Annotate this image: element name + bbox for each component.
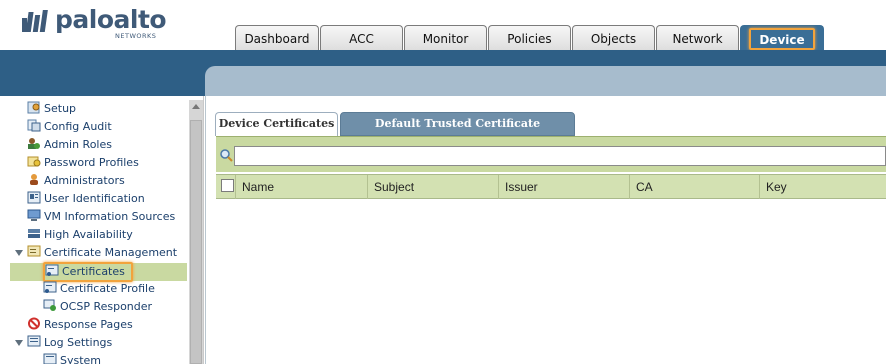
scrollbar-thumb[interactable] <box>190 120 202 364</box>
password-profiles-icon <box>27 156 41 167</box>
sidebar-item-ocsp-responder[interactable]: OCSP Responder <box>43 298 152 316</box>
search-icon <box>220 149 233 162</box>
tab-objects[interactable]: Objects <box>572 25 655 50</box>
sidebar-item-label: OCSP Responder <box>60 300 153 313</box>
column-header-issuer[interactable]: Issuer <box>498 175 629 199</box>
tab-policies[interactable]: Policies <box>488 25 571 50</box>
sidebar-item-label: Certificate Profile <box>60 282 155 295</box>
sidebar-item-log-settings[interactable]: Log Settings <box>27 334 112 352</box>
column-header-ca[interactable]: CA <box>629 175 759 199</box>
tab-label: Network <box>672 32 723 46</box>
sidebar-item-administrators[interactable]: Administrators <box>27 172 125 190</box>
tab-label: Monitor <box>422 32 469 46</box>
ocsp-responder-icon <box>43 299 56 311</box>
tab-network[interactable]: Network <box>656 25 739 50</box>
paloalto-logo-mark-icon <box>22 10 48 32</box>
table-header: Name Subject Issuer CA Key <box>216 174 886 199</box>
header: paloalto NETWORKS Dashboard ACC Monitor … <box>0 0 886 52</box>
sidebar-item-certificate-profile[interactable]: Certificate Profile <box>43 280 155 298</box>
column-header-subject[interactable]: Subject <box>367 175 498 199</box>
sidebar-item-label: Admin Roles <box>44 138 112 151</box>
scroll-up-arrow-icon[interactable] <box>192 104 200 109</box>
column-header-key[interactable]: Key <box>759 175 886 199</box>
sidebar-item-label: VM Information Sources <box>44 210 176 223</box>
expand-toggle-icon[interactable] <box>15 340 23 346</box>
sidebar-item-vm-information-sources[interactable]: VM Information Sources <box>27 208 175 226</box>
administrators-icon <box>30 174 38 185</box>
sidebar-scrollbar[interactable] <box>189 100 203 364</box>
sidebar-item-password-profiles[interactable]: Password Profiles <box>27 154 139 172</box>
tab-dashboard[interactable]: Dashboard <box>235 25 319 50</box>
search-input[interactable] <box>234 146 886 166</box>
vm-sources-icon <box>27 209 41 221</box>
sidebar-item-label: Setup <box>44 102 77 115</box>
setup-icon <box>27 101 40 114</box>
tab-label: Device <box>749 28 815 50</box>
sidebar-item-label: Administrators <box>44 174 125 187</box>
sidebar-item-certificates[interactable]: Certificates <box>43 262 133 282</box>
response-pages-icon <box>28 317 40 330</box>
log-settings-icon <box>27 335 41 347</box>
sidebar-item-label: Certificates <box>62 265 125 278</box>
tab-label: Objects <box>590 32 637 46</box>
sidebar-item-label: Certificate Management <box>44 246 178 259</box>
sidebar-item-system[interactable]: System <box>43 352 101 364</box>
content-header-strip <box>205 66 886 96</box>
tab-label: ACC <box>349 32 374 46</box>
certificates-table-body <box>216 199 886 364</box>
high-availability-icon <box>28 229 40 238</box>
sidebar-item-label: Response Pages <box>44 318 133 331</box>
sidebar-item-label: Log Settings <box>44 336 113 349</box>
system-log-icon <box>43 353 57 364</box>
tab-acc[interactable]: ACC <box>320 25 403 50</box>
logo-subtitle: NETWORKS <box>115 32 157 40</box>
tab-monitor[interactable]: Monitor <box>404 25 487 50</box>
select-all-checkbox[interactable] <box>221 179 234 192</box>
certificate-management-icon <box>27 245 41 257</box>
sidebar-item-label: Config Audit <box>44 120 112 133</box>
sidebar-item-label: High Availability <box>44 228 133 241</box>
column-header-name[interactable]: Name <box>235 175 367 199</box>
admin-roles-icon <box>28 138 40 149</box>
user-identification-icon <box>27 191 41 204</box>
tab-device[interactable]: Device <box>740 25 824 50</box>
sidebar-item-config-audit[interactable]: Config Audit <box>27 118 112 136</box>
paloalto-logo: paloalto NETWORKS <box>22 5 167 45</box>
subtab-default-trusted-authorities[interactable]: Default Trusted Certificate Authorities <box>340 112 575 152</box>
tab-label: Dashboard <box>244 32 310 46</box>
sidebar-item-certificate-management[interactable]: Certificate Management <box>27 244 177 262</box>
sidebar-item-label: User Identification <box>44 192 145 205</box>
sidebar-item-label: Password Profiles <box>44 156 139 169</box>
sidebar-item-label: System <box>60 354 102 364</box>
sidebar-item-admin-roles[interactable]: Admin Roles <box>27 136 112 154</box>
config-audit-icon <box>27 119 41 132</box>
logo-wordmark: paloalto <box>55 5 167 34</box>
subtab-device-certificates[interactable]: Device Certificates <box>215 112 338 136</box>
certificates-icon <box>45 264 59 276</box>
sidebar-item-user-identification[interactable]: User Identification <box>27 190 145 208</box>
tab-label: Policies <box>507 32 552 46</box>
expand-toggle-icon[interactable] <box>15 250 23 256</box>
sidebar-item-setup[interactable]: Setup <box>27 100 76 118</box>
sidebar-item-high-availability[interactable]: High Availability <box>27 226 133 244</box>
sidebar-item-response-pages[interactable]: Response Pages <box>27 316 133 334</box>
certificate-profile-icon <box>43 281 57 293</box>
